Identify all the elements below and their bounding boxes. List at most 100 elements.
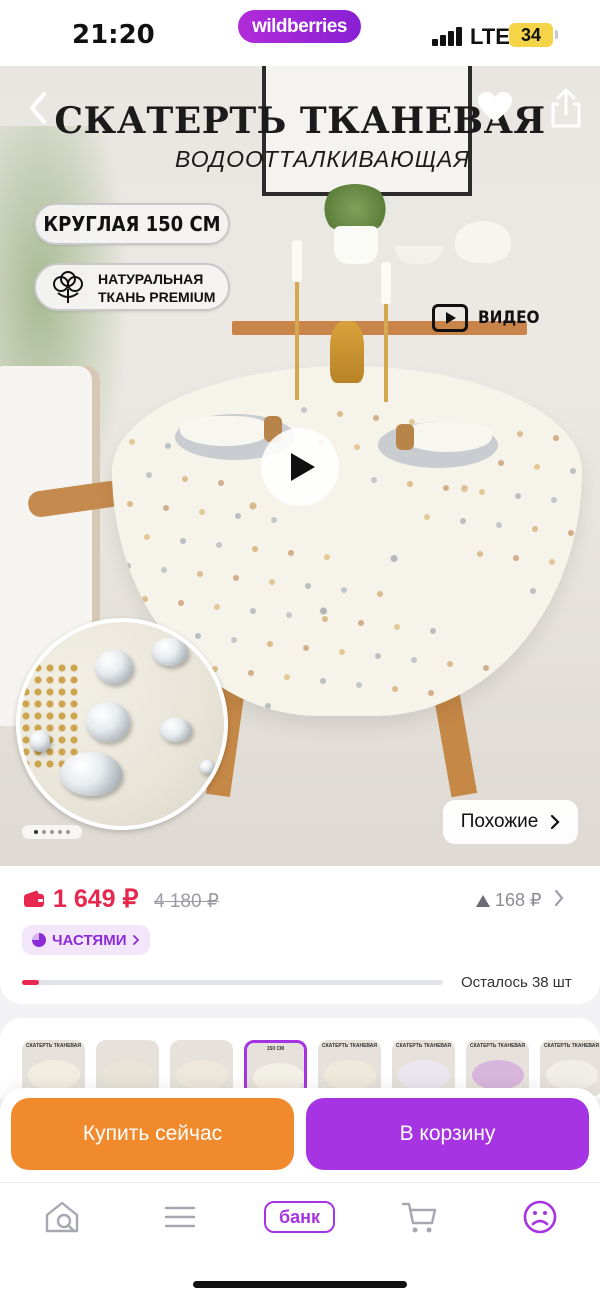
water-drop	[30, 730, 50, 752]
chevron-right-icon	[551, 814, 560, 830]
video-badge[interactable]: ВИДЕО	[432, 302, 540, 334]
pattern-dot	[180, 538, 186, 544]
water-drop	[152, 638, 188, 666]
pattern-dot	[443, 485, 449, 491]
pattern-dot	[288, 550, 294, 556]
pattern-dot	[165, 443, 171, 449]
buy-now-button[interactable]: Купить сейчас	[11, 1098, 294, 1170]
pattern-dot	[305, 583, 311, 589]
pattern-dot	[337, 411, 343, 417]
network-label: LTE	[470, 24, 510, 49]
price-change-value: 168 ₽	[495, 890, 542, 910]
pattern-dot	[477, 551, 483, 557]
home-search-icon[interactable]	[42, 1199, 82, 1235]
signal-icon	[432, 26, 464, 46]
variant-cloth	[102, 1060, 154, 1090]
pattern-dot	[271, 517, 277, 523]
pattern-dot	[534, 464, 540, 470]
variant-cloth	[472, 1060, 524, 1090]
slide-dot	[50, 830, 54, 834]
pattern-dot	[375, 653, 381, 659]
menu-icon[interactable]	[160, 1199, 200, 1235]
plant-pot	[334, 226, 378, 264]
cotton-icon	[53, 271, 83, 303]
pattern-dot	[112, 406, 118, 412]
wallet-icon	[24, 890, 44, 907]
pattern-dot	[356, 682, 362, 688]
pattern-dot	[358, 620, 364, 626]
variant-cloth	[324, 1060, 376, 1090]
water-drop	[60, 752, 122, 796]
pattern-dot	[392, 686, 398, 692]
pattern-dot	[214, 604, 220, 610]
favorite-button[interactable]	[475, 88, 515, 128]
slide-dot	[42, 830, 46, 834]
pattern-dot	[233, 575, 239, 581]
fabric-badge-line1: НАТУРАЛЬНАЯ	[98, 271, 204, 287]
share-button[interactable]	[546, 86, 586, 130]
pattern-dot	[500, 698, 506, 704]
variant-header: 150 СМ	[266, 1046, 285, 1052]
candle	[381, 262, 391, 304]
chevron-right-icon[interactable]	[553, 888, 565, 908]
bank-tab[interactable]: банк	[264, 1201, 335, 1233]
pattern-dot	[428, 690, 434, 696]
pattern-dot	[498, 460, 504, 466]
deer-figurine	[330, 321, 364, 383]
cart-icon[interactable]	[400, 1199, 440, 1235]
pattern-dot	[464, 694, 470, 700]
pattern-dot	[354, 444, 360, 450]
pattern-dot	[515, 493, 521, 499]
pattern-dot	[182, 476, 188, 482]
wildberries-pill[interactable]: wildberries	[238, 10, 361, 43]
stock-text: Осталось 38 шт	[461, 974, 572, 991]
pattern-dot	[447, 661, 453, 667]
slide-indicator	[22, 825, 82, 839]
pattern-dot	[551, 497, 557, 503]
pattern-dot	[146, 472, 152, 478]
pattern-dot	[199, 509, 205, 515]
pattern-dot	[530, 588, 536, 594]
napkin	[402, 422, 492, 452]
pattern-dot	[324, 554, 330, 560]
status-bar: 21:20 wildberries LTE 34	[0, 0, 600, 66]
water-drop	[95, 650, 133, 684]
pattern-dot	[267, 641, 273, 647]
play-video-button[interactable]	[261, 428, 339, 506]
pattern-dot	[430, 628, 436, 634]
battery-tip	[555, 30, 558, 39]
old-price: 4 180 ₽	[154, 891, 219, 912]
installments-button[interactable]: ЧАСТЯМИ	[22, 925, 151, 955]
pattern-dot	[269, 579, 275, 585]
shelf-vase	[455, 221, 511, 263]
pattern-dot	[197, 571, 203, 577]
water-drop	[160, 718, 192, 742]
slide-dot	[58, 830, 62, 834]
profile-icon[interactable]	[520, 1199, 560, 1235]
price-change[interactable]: 168 ₽	[475, 890, 542, 911]
tab-bar: банк	[0, 1182, 600, 1297]
fabric-closeup	[16, 618, 228, 830]
water-drop	[200, 760, 214, 774]
pattern-dot	[322, 616, 328, 622]
installments-label: ЧАСТЯМИ	[52, 931, 127, 949]
status-time: 21:20	[72, 20, 155, 50]
price-card: 1 649 ₽ 4 180 ₽ 168 ₽ ЧАСТЯМИ Осталось 3…	[0, 866, 600, 1004]
product-image[interactable]: СКАТЕРТЬ ТКАНЕВАЯ ВОДООТТАЛКИВАЮЩАЯ КРУГ…	[0, 66, 600, 866]
triangle-up-icon	[476, 894, 490, 907]
napkin-ring	[396, 424, 414, 450]
pattern-dot	[231, 637, 237, 643]
pattern-dot	[373, 415, 379, 421]
pattern-dot	[536, 702, 542, 708]
image-subtitle: ВОДООТТАЛКИВАЮЩАЯ	[174, 146, 471, 172]
similar-button[interactable]: Похожие	[443, 800, 578, 844]
back-button[interactable]	[20, 88, 60, 128]
pattern-dot	[161, 567, 167, 573]
pattern-dot	[479, 489, 485, 495]
pattern-dot	[483, 665, 489, 671]
pattern-dot	[411, 657, 417, 663]
pattern-dot	[371, 477, 377, 483]
add-to-cart-button[interactable]: В корзину	[306, 1098, 589, 1170]
pattern-dot	[532, 526, 538, 532]
fabric-badge: НАТУРАЛЬНАЯ ТКАНЬ PREMIUM	[34, 263, 230, 311]
